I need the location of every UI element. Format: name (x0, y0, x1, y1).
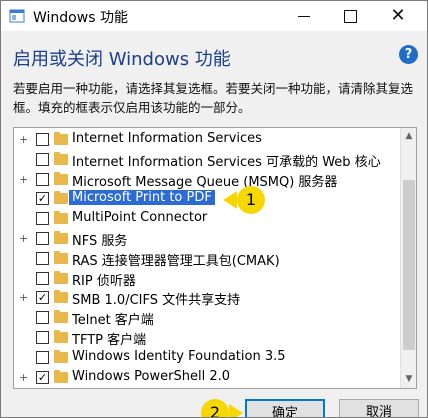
feature-row[interactable]: + ✓ Windows PowerShell 2.0 (14, 368, 400, 388)
feature-row[interactable]: + Internet Information Services (14, 130, 400, 150)
folder-icon (54, 250, 68, 264)
feature-label: NFS 服务 (72, 234, 128, 249)
feature-label: MultiPoint Connector (72, 210, 208, 226)
feature-row[interactable]: Windows Identity Foundation 3.5 (14, 348, 400, 368)
feature-label: Internet Information Services 可承载的 Web 核… (72, 154, 381, 170)
scrollbar[interactable]: ▲ ▼ (400, 128, 416, 388)
feature-checkbox[interactable] (36, 350, 49, 364)
feature-row[interactable]: Telnet 客户端 (14, 308, 400, 328)
expand-icon[interactable]: + (19, 134, 28, 145)
feature-row[interactable]: RIP 侦听器 (14, 269, 400, 289)
close-button[interactable]: ✕ (375, 1, 421, 31)
feature-label: Microsoft Print to PDF (69, 190, 215, 206)
description-text: 若要启用一种功能，请选择其复选框。若要关闭一种功能，请清除其复选框。填充的框表示… (13, 81, 414, 115)
feature-checkbox[interactable] (36, 212, 49, 226)
features-tree: + Internet Information Services Internet I… (13, 127, 417, 389)
feature-row[interactable]: + Microsoft Message Queue (MSMQ) 服务器 (14, 170, 400, 190)
window-title: Windows 功能 (33, 10, 128, 26)
feature-label: SMB 1.0/CIFS 文件共享支持 (72, 293, 241, 309)
feature-row[interactable]: TFTP 客户端 (14, 328, 400, 348)
folder-icon (54, 270, 68, 284)
folder-icon (54, 171, 68, 185)
windows-features-dialog: Windows 功能 ✕ 启用或关闭 Windows 功能 ? 若要启用一种功能… (0, 0, 428, 418)
folder-icon (54, 349, 68, 363)
expand-icon[interactable]: + (19, 292, 28, 303)
maximize-button[interactable] (327, 1, 373, 31)
feature-row[interactable]: RAS 连接管理器管理工具包(CMAK) (14, 249, 400, 269)
feature-checkbox[interactable] (36, 331, 49, 344)
feature-row[interactable]: ✓ Microsoft Print to PDF (14, 189, 400, 209)
feature-checkbox[interactable] (36, 152, 49, 166)
close-icon: ✕ (390, 5, 406, 26)
feature-row[interactable]: + NFS 服务 (14, 229, 400, 249)
feature-label: RIP 侦听器 (72, 273, 136, 289)
title-bar: Windows 功能 ✕ (1, 1, 427, 31)
feature-label: Windows PowerShell 2.0 (72, 368, 230, 384)
feature-label: RAS 连接管理器管理工具包(CMAK) (72, 253, 280, 269)
folder-icon (54, 211, 68, 225)
feature-label: TFTP 客户端 (72, 333, 147, 348)
feature-row[interactable]: + ✓ SMB 1.0/CIFS 文件共享支持 (14, 288, 400, 308)
scroll-thumb[interactable] (403, 180, 415, 350)
feature-row[interactable]: MultiPoint Connector (14, 209, 400, 229)
minimize-button[interactable] (281, 1, 327, 31)
feature-checkbox[interactable] (36, 271, 49, 285)
ok-button[interactable]: 确定 (245, 399, 325, 417)
window-app-icon (9, 9, 25, 23)
maximize-icon (343, 10, 357, 23)
feature-checkbox[interactable]: ✓ (36, 291, 49, 305)
folder-icon (54, 151, 68, 165)
folder-icon (54, 290, 68, 304)
callout-2: 2 (201, 399, 229, 417)
feature-checkbox[interactable]: ✓ (36, 370, 49, 384)
feature-checkbox[interactable] (36, 172, 49, 186)
feature-checkbox[interactable]: ✓ (36, 192, 49, 206)
feature-checkbox[interactable] (36, 133, 49, 146)
feature-label: Telnet 客户端 (72, 313, 154, 329)
folder-icon (54, 191, 68, 205)
expand-icon[interactable]: + (19, 174, 28, 185)
help-icon[interactable]: ? (399, 45, 418, 64)
feature-checkbox[interactable] (36, 251, 49, 265)
feature-checkbox[interactable] (36, 232, 49, 245)
feature-label: Internet Information Services (72, 131, 262, 146)
callout-1-arrow (223, 191, 237, 209)
scroll-down-icon[interactable]: ▼ (401, 371, 416, 388)
scroll-up-icon[interactable]: ▲ (401, 128, 416, 145)
callout-2-arrow (229, 404, 243, 417)
folder-icon (54, 132, 68, 145)
folder-icon (54, 231, 68, 244)
expand-icon[interactable]: + (19, 372, 28, 383)
feature-checkbox[interactable] (36, 311, 49, 325)
cancel-button[interactable]: 取消 (339, 399, 419, 417)
page-title: 启用或关闭 Windows 功能 (13, 49, 231, 70)
feature-label: Windows Identity Foundation 3.5 (72, 348, 286, 364)
feature-row[interactable]: Internet Information Services 可承载的 Web 核… (14, 150, 400, 170)
expand-icon[interactable]: + (19, 233, 28, 244)
folder-icon (54, 369, 68, 383)
minimize-icon (298, 16, 310, 17)
folder-icon (54, 330, 68, 343)
callout-1: 1 (237, 186, 265, 214)
feature-label: Microsoft Message Queue (MSMQ) 服务器 (72, 174, 338, 190)
folder-icon (54, 310, 68, 324)
